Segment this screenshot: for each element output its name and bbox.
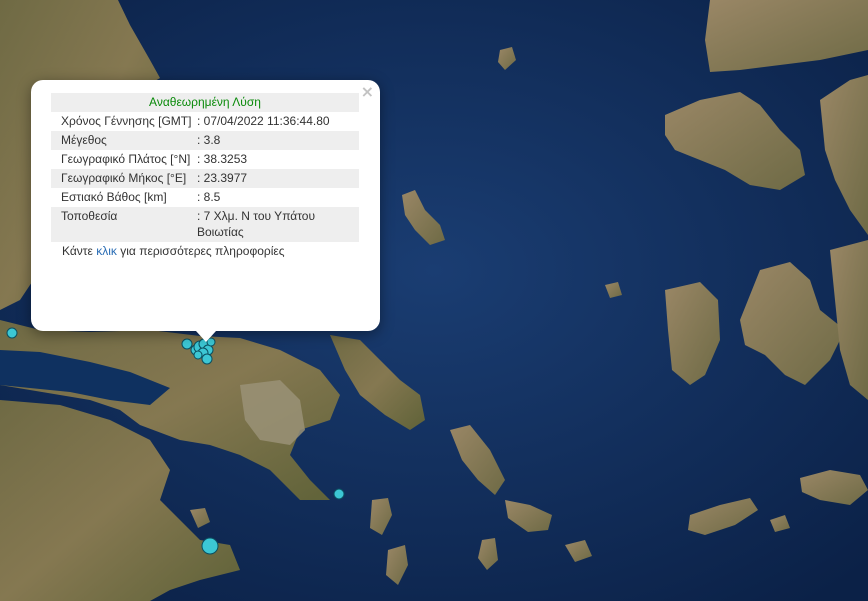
more-info-prefix: Κάντε [62,244,93,258]
info-table: Αναθεωρημένη Λύση Χρόνος Γέννησης [GMT] … [51,93,359,242]
popup-title: Αναθεωρημένη Λύση [51,93,359,112]
table-row: Γεωγραφικό Πλάτος [°N] : 38.3253 [51,150,359,169]
row-value: : 8.5 [197,190,221,204]
earthquake-marker[interactable] [201,537,219,555]
table-row: Γεωγραφικό Μήκος [°E] : 23.3977 [51,169,359,188]
row-value: : 7 Χλμ. Ν του Υπάτου Βοιωτίας [197,207,359,242]
earthquake-marker[interactable] [181,338,193,350]
popup-pointer [196,331,216,342]
earthquake-info-popup: × Αναθεωρημένη Λύση Χρόνος Γέννησης [GMT… [31,80,380,331]
row-value: : 23.3977 [197,169,359,188]
row-value: : 07/04/2022 11:36:44.80 [197,114,330,128]
row-label: Εστιακό Βάθος [km] [61,190,167,204]
more-info-suffix: για περισσότερες πληροφορίες [120,244,285,258]
row-label: Χρόνος Γέννησης [GMT] [61,114,192,128]
table-row: Χρόνος Γέννησης [GMT] : 07/04/2022 11:36… [51,112,359,131]
table-row: Εστιακό Βάθος [km] : 8.5 [51,188,359,207]
row-value: : 3.8 [197,131,359,150]
earthquake-marker[interactable] [193,350,203,360]
earthquake-marker[interactable] [333,488,345,500]
table-row: Μέγεθος : 3.8 [51,131,359,150]
row-value: : 38.3253 [197,152,248,166]
row-label: Τοποθεσία [51,207,197,242]
row-label: Μέγεθος [51,131,197,150]
earthquake-marker[interactable] [6,327,18,339]
close-icon[interactable]: × [361,84,374,100]
row-label: Γεωγραφικό Μήκος [°E] [51,169,197,188]
more-info-link[interactable]: κλικ [96,244,117,258]
table-row: Τοποθεσία : 7 Χλμ. Ν του Υπάτου Βοιωτίας [51,207,359,242]
more-info-text: Κάντε κλικ για περισσότερες πληροφορίες [51,243,360,259]
row-label: Γεωγραφικό Πλάτος [°N] [61,152,191,166]
earthquake-marker[interactable] [201,353,213,365]
